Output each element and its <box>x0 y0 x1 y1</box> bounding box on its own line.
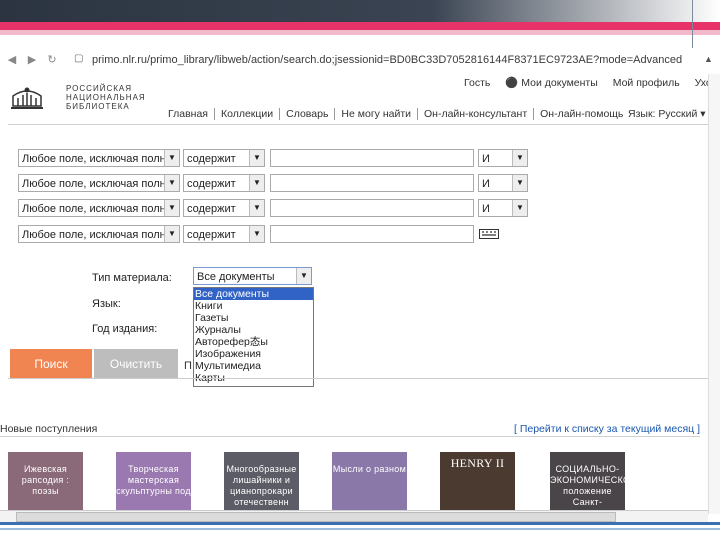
monthly-list-link[interactable]: [ Перейти к списку за текущий месяц ] <box>514 423 700 435</box>
slide-footer-band <box>0 522 720 525</box>
dropdown-option[interactable]: Мультимедиа <box>194 360 313 372</box>
operator-select-4[interactable]: содержит ▼ <box>183 225 265 243</box>
language-filter-label: Язык: <box>92 298 121 310</box>
chevron-down-icon: ▼ <box>512 150 527 166</box>
dropdown-option[interactable]: Журналы <box>194 324 313 336</box>
slide-corner-frame <box>692 0 720 48</box>
arrivals-divider <box>0 436 700 437</box>
language-selector[interactable]: Язык: Русский ▾ <box>628 108 706 120</box>
material-type-dropdown: Все документы Книги Газеты Журналы Автор… <box>193 287 314 387</box>
field-select-value: Любое поле, исключая полн <box>22 229 166 241</box>
guest-link[interactable]: Гость <box>464 77 490 89</box>
search-button[interactable]: Поиск <box>10 349 92 379</box>
my-profile-link[interactable]: Мой профиль <box>613 77 680 89</box>
field-select-value: Любое поле, исключая полн <box>22 203 166 215</box>
operator-select-1[interactable]: содержит ▼ <box>183 149 265 167</box>
search-input-4[interactable] <box>270 225 474 243</box>
slide-accent-band <box>0 22 720 30</box>
field-select-1[interactable]: Любое поле, исключая полн ▼ <box>18 149 180 167</box>
dropdown-option[interactable]: Изображения <box>194 348 313 360</box>
nav-dictionary[interactable]: Словарь <box>280 108 336 120</box>
logo-line: РОССИЙСКАЯ <box>66 84 132 93</box>
user-links: Гость ⚫ Мои документы Мой профиль Уход <box>464 76 720 89</box>
page-icon: ▢ <box>74 53 84 64</box>
chevron-down-icon: ▼ <box>249 200 264 216</box>
new-arrivals-title: Новые поступления <box>0 423 98 435</box>
logo-line: НАЦИОНАЛЬНАЯ <box>66 93 146 102</box>
bool-select-value: И <box>482 178 490 190</box>
material-type-value: Все документы <box>197 271 275 283</box>
dropdown-option[interactable]: Газеты <box>194 312 313 324</box>
slide-header-band <box>0 0 720 22</box>
library-logo-icon <box>10 84 44 110</box>
field-select-value: Любое поле, исключая полн <box>22 153 166 165</box>
address-bar[interactable]: primo.nlr.ru/primo_library/libweb/action… <box>92 54 692 66</box>
chevron-down-icon: ▼ <box>296 268 311 284</box>
slide-footer-band-light <box>0 528 720 530</box>
nav-collections[interactable]: Коллекции <box>215 108 281 120</box>
chevron-down-icon: ▼ <box>249 226 264 242</box>
chevron-down-icon: ▼ <box>249 175 264 191</box>
field-select-3[interactable]: Любое поле, исключая полн ▼ <box>18 199 180 217</box>
chevron-down-icon: ▾ <box>700 108 706 120</box>
field-select-4[interactable]: Любое поле, исключая полн ▼ <box>18 225 180 243</box>
slide-accent-band-light <box>0 30 720 35</box>
my-documents-link[interactable]: ⚫ Мои документы <box>505 77 598 89</box>
forward-icon[interactable]: ▶ <box>26 54 38 66</box>
dropdown-option[interactable]: Все документы <box>194 288 313 300</box>
bool-select-3[interactable]: И ▼ <box>478 199 528 217</box>
bool-select-2[interactable]: И ▼ <box>478 174 528 192</box>
operator-select-value: содержит <box>187 153 236 165</box>
chevron-down-icon: ▼ <box>164 150 179 166</box>
library-logo-text: РОССИЙСКАЯ НАЦИОНАЛЬНАЯ БИБЛИОТЕКА <box>66 84 146 111</box>
operator-select-2[interactable]: содержит ▼ <box>183 174 265 192</box>
chevron-down-icon: ▼ <box>164 200 179 216</box>
chevron-down-icon: ▼ <box>164 226 179 242</box>
back-icon[interactable]: ◀ <box>6 54 18 66</box>
chevron-down-icon: ▼ <box>164 175 179 191</box>
language-label: Язык: Русский <box>628 108 698 120</box>
search-input-1[interactable] <box>270 149 474 167</box>
bool-select-value: И <box>482 203 490 215</box>
main-nav: Главная Коллекции Словарь Не могу найти Он-л… <box>162 108 629 120</box>
year-filter-label: Год издания: <box>92 323 158 335</box>
dropdown-option[interactable]: Книги <box>194 300 313 312</box>
field-select-2[interactable]: Любое поле, исключая полн ▼ <box>18 174 180 192</box>
chevron-down-icon: ▼ <box>249 150 264 166</box>
reload-icon[interactable]: ↻ <box>46 54 58 66</box>
chevron-down-icon: ▼ <box>512 175 527 191</box>
vertical-scrollbar[interactable] <box>708 74 720 514</box>
form-divider <box>8 378 708 379</box>
logo-line: БИБЛИОТЕКА <box>66 102 130 111</box>
chevron-down-icon: ▼ <box>512 200 527 216</box>
bool-select-value: И <box>482 153 490 165</box>
operator-select-3[interactable]: содержит ▼ <box>183 199 265 217</box>
bool-select-1[interactable]: И ▼ <box>478 149 528 167</box>
scroll-up-icon[interactable]: ▲ <box>704 54 716 66</box>
dropdown-option[interactable]: Авторефер态ы <box>194 336 313 348</box>
search-input-2[interactable] <box>270 174 474 192</box>
nav-cant-find[interactable]: Не могу найти <box>335 108 418 120</box>
material-type-label: Тип материала: <box>92 272 172 284</box>
nav-online-consultant[interactable]: Он-лайн-консультант <box>418 108 535 120</box>
truncated-link[interactable]: П <box>184 360 192 372</box>
operator-select-value: содержит <box>187 203 236 215</box>
nav-home[interactable]: Главная <box>162 108 215 120</box>
scrollbar-thumb[interactable] <box>16 512 616 522</box>
nav-online-help[interactable]: Он-лайн-помощь <box>534 108 629 120</box>
field-select-value: Любое поле, исключая полн <box>22 178 166 190</box>
operator-select-value: содержит <box>187 229 236 241</box>
operator-select-value: содержит <box>187 178 236 190</box>
search-input-3[interactable] <box>270 199 474 217</box>
person-icon: ⚫ <box>505 77 519 89</box>
my-documents-label: Мои документы <box>521 77 598 89</box>
header-divider <box>8 124 708 125</box>
material-type-select[interactable]: Все документы ▼ <box>193 267 312 285</box>
keyboard-icon[interactable] <box>479 229 499 239</box>
clear-button[interactable]: Очистить <box>94 349 178 379</box>
